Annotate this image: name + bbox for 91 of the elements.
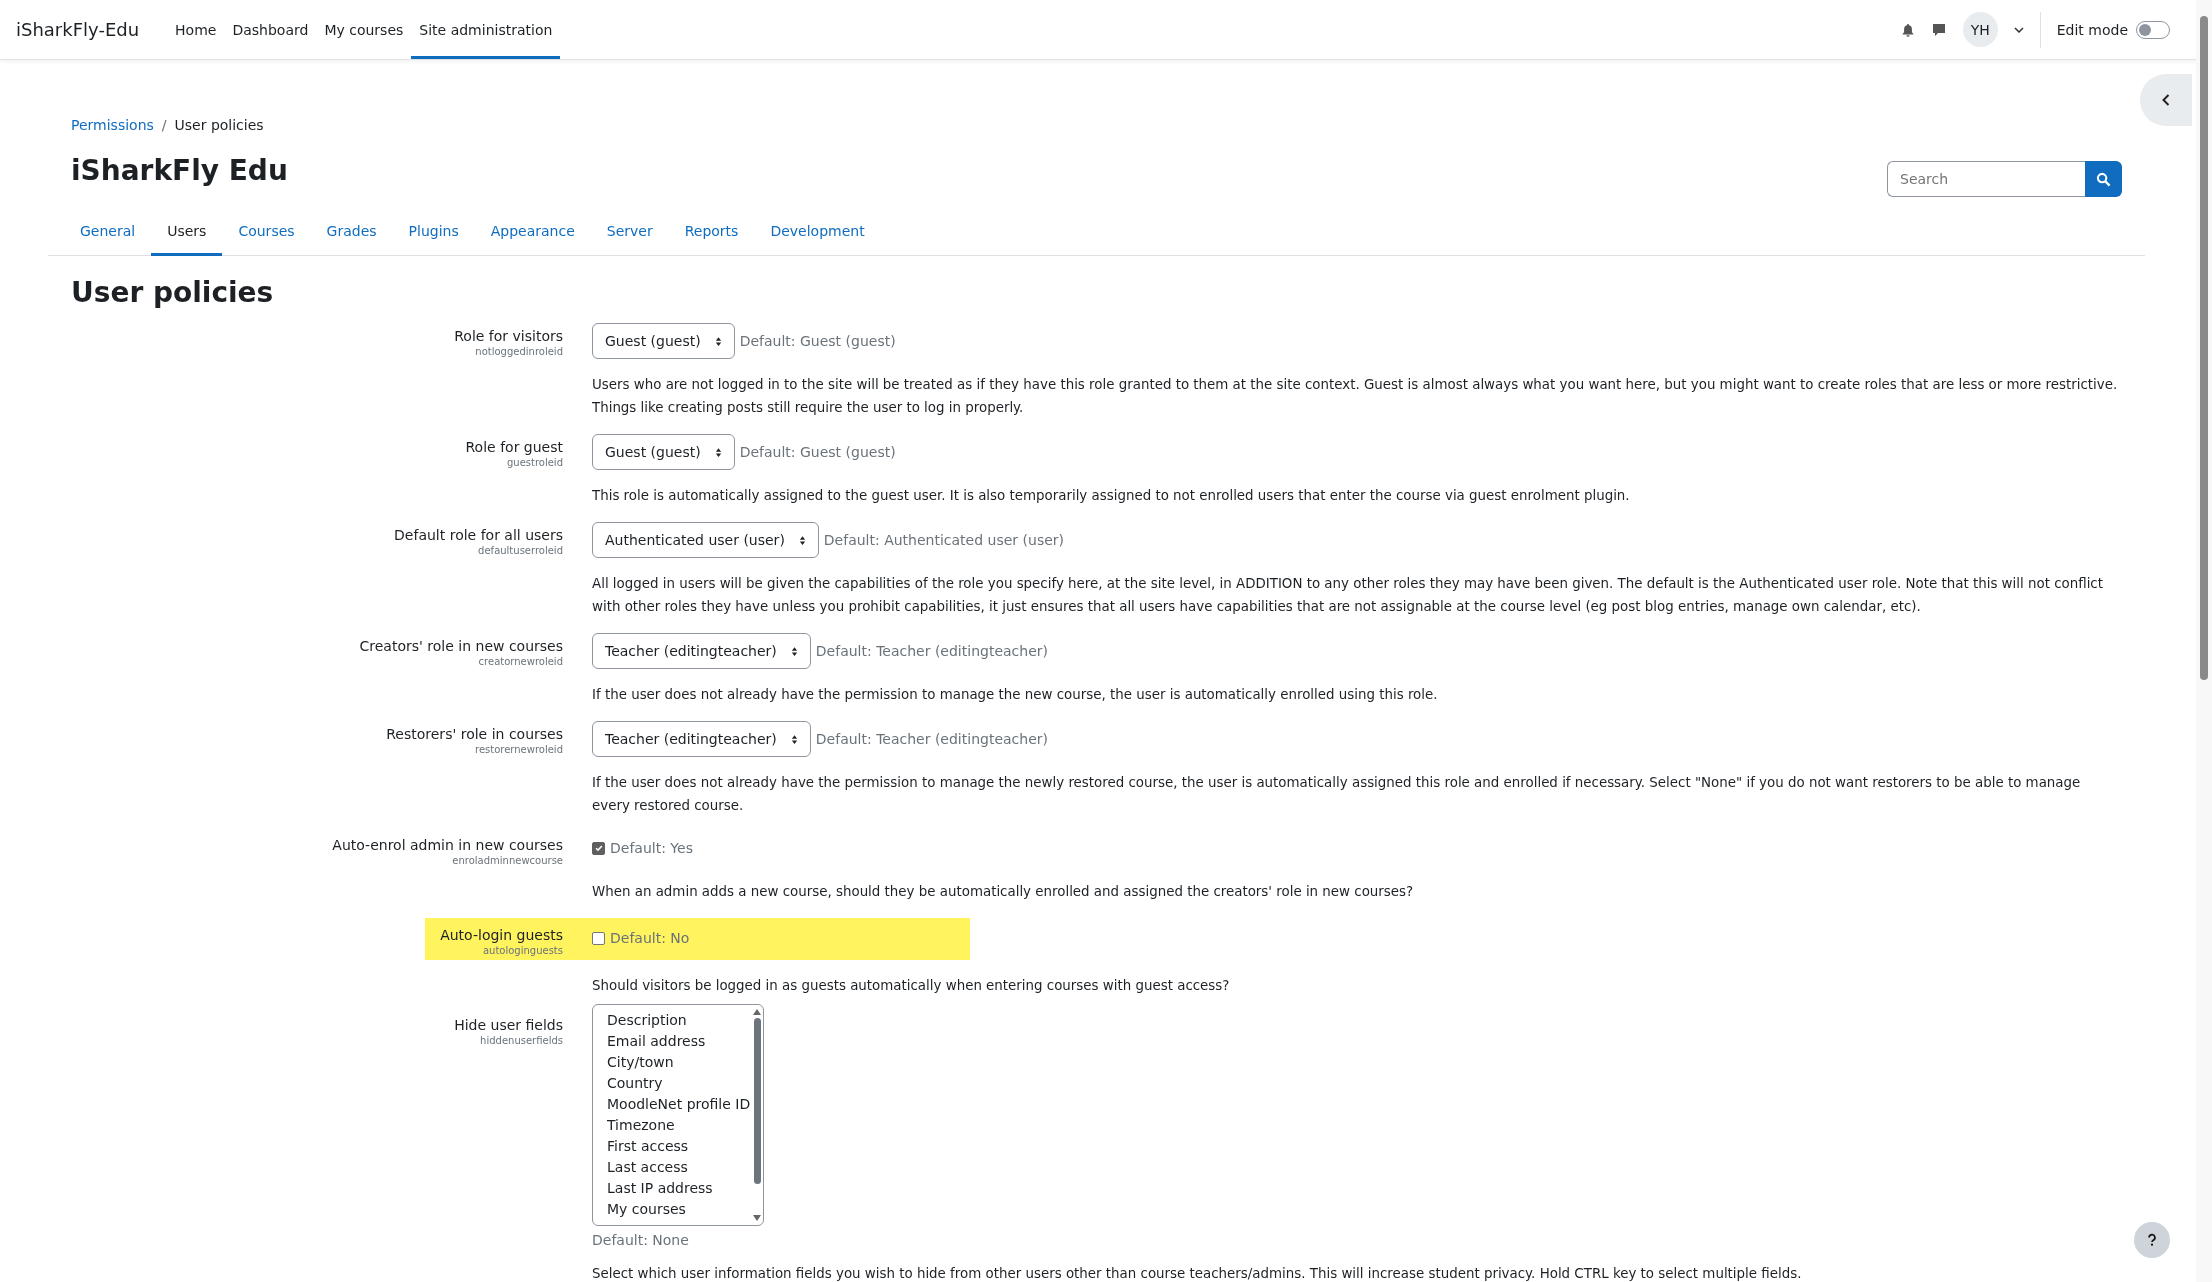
setting-shortname: hiddenuserfields <box>480 1035 563 1046</box>
chevron-down-icon[interactable] <box>2013 26 2024 33</box>
nav-link[interactable]: Site administration <box>411 3 561 59</box>
setting-description: If the user does not already have the permission to manage the newly restored course, the user is automatically assigned this role and enrolled if necessary. Select "None" if you do not want restorers to be able to manage every restored course. <box>592 774 2082 815</box>
setting-shortname: enroladminnewcourse <box>452 855 563 866</box>
bell-icon[interactable] <box>1900 22 1915 37</box>
setting-label: Hide user fields <box>454 1017 563 1033</box>
default-value: Default: Teacher (editingteacher) <box>815 731 1048 747</box>
setting-description: If the user does not already have the permission to manage the new course, the user is automatically enrolled using this role. <box>592 686 1439 704</box>
role-select[interactable]: Teacher (editingteacher) <box>592 633 811 669</box>
search-field[interactable]: Search <box>1887 161 2085 197</box>
user-fields-listbox[interactable]: Description Email address City/town Country MoodleNet profile ID Timezone First access Last access Last IP address My courses <box>592 1004 764 1226</box>
role-select[interactable]: Guest (guest) <box>592 323 735 359</box>
edit-mode-label: Edit mode <box>2056 21 2128 38</box>
up-down-arrows-icon <box>714 335 722 347</box>
list-option[interactable]: Country <box>607 1073 751 1094</box>
setting-shortname: restorernewroleid <box>475 744 563 755</box>
help-button[interactable] <box>2134 1222 2170 1258</box>
setting-shortname: notloggedinroleid <box>475 346 563 357</box>
role-select[interactable]: Guest (guest) <box>592 434 735 470</box>
breadcrumb-current: User policies <box>174 117 264 133</box>
checkbox[interactable] <box>592 841 605 855</box>
edit-mode-toggle[interactable] <box>2136 20 2170 39</box>
setting-label: Role for guest <box>465 439 563 455</box>
setting-description: Should visitors be logged in as guests automatically when entering courses with guest access? <box>592 977 1231 995</box>
default-value: Default: Guest (guest) <box>739 333 896 349</box>
setting-shortname: autologinguests <box>482 945 563 956</box>
scroll-down-arrow-icon[interactable] <box>753 1215 761 1221</box>
default-value: Default: None <box>592 1232 690 1248</box>
checkbox[interactable] <box>592 931 605 945</box>
setting-description: Select which user information fields you wish to hide from other users other than course teachers/admins. This will increase student privacy. Hold CTRL key to select multiple fields. <box>592 1265 1803 1282</box>
default-value: Default: Guest (guest) <box>739 444 896 460</box>
list-option[interactable]: Timezone <box>607 1115 751 1136</box>
breadcrumb-link[interactable]: Permissions <box>71 117 154 133</box>
tab[interactable]: General <box>64 216 152 256</box>
user-avatar[interactable]: YH <box>1962 12 1998 47</box>
up-down-arrows-icon <box>714 446 722 458</box>
list-option[interactable]: City/town <box>607 1052 751 1073</box>
setting-label: Auto-login guests <box>440 927 563 943</box>
setting-label: Role for visitors <box>454 328 563 344</box>
list-option[interactable]: First access <box>607 1136 751 1157</box>
nav-link[interactable]: Dashboard <box>224 3 317 59</box>
setting-description: Users who are not logged in to the site will be treated as if they have this role granted to them at the site context. Guest is almost always what you want here, but you might want to create roles that are less or more restrictive. Things like creating posts still require the user to log in properly. <box>592 376 2119 417</box>
default-value: Default: No <box>610 930 690 946</box>
setting-label: Restorers' role in courses <box>386 726 563 742</box>
tab[interactable]: Reports <box>668 216 755 256</box>
list-option[interactable]: Description <box>607 1010 751 1031</box>
default-value: Default: Teacher (editingteacher) <box>815 643 1048 659</box>
chevron-left-icon <box>2162 94 2170 106</box>
list-option[interactable]: MoodleNet profile ID <box>607 1094 751 1115</box>
check-icon <box>593 843 604 853</box>
setting-shortname: defaultuserroleid <box>478 545 563 556</box>
setting-description: This role is automatically assigned to the guest user. It is also temporarily assigned to not enrolled users that enter the course via guest enrolment plugin. <box>592 487 1631 505</box>
site-brand[interactable]: iSharkFly-Edu <box>16 19 140 40</box>
page-scrollbar[interactable] <box>2196 0 2212 1282</box>
tab[interactable]: Plugins <box>392 216 475 256</box>
up-down-arrows-icon <box>790 645 798 657</box>
up-down-arrows-icon <box>798 534 806 546</box>
tab[interactable]: Users <box>151 216 223 256</box>
list-option[interactable]: Last IP address <box>607 1178 751 1199</box>
tab[interactable]: Courses <box>222 216 311 256</box>
setting-description: When an admin adds a new course, should they be automatically enrolled and assigned the creators' role in new courses? <box>592 883 1415 901</box>
role-select[interactable]: Authenticated user (user) <box>592 522 819 558</box>
chat-bubble-icon[interactable] <box>1930 21 1947 38</box>
tab[interactable]: Grades <box>310 216 393 256</box>
section-heading: User policies <box>71 276 275 309</box>
scroll-up-arrow-icon[interactable] <box>753 1009 761 1015</box>
default-value: Default: Authenticated user (user) <box>823 532 1064 548</box>
setting-shortname: guestroleid <box>506 457 563 468</box>
search-icon <box>2096 171 2111 187</box>
up-down-arrows-icon <box>790 733 798 745</box>
list-option[interactable]: Last access <box>607 1157 751 1178</box>
setting-label: Creators' role in new courses <box>359 638 563 654</box>
setting-label: Auto-enrol admin in new courses <box>332 837 563 853</box>
page-title: iSharkFly Edu <box>71 153 288 187</box>
nav-link[interactable]: My courses <box>316 3 412 59</box>
drawer-toggle-button[interactable] <box>2140 74 2192 126</box>
list-option[interactable]: My courses <box>607 1199 751 1220</box>
setting-shortname: creatornewroleid <box>478 656 563 667</box>
setting-label: Default role for all users <box>394 527 563 543</box>
tab[interactable]: Server <box>590 216 669 256</box>
role-select[interactable]: Teacher (editingteacher) <box>592 721 811 757</box>
default-value: Default: Yes <box>610 840 693 856</box>
tab[interactable]: Development <box>754 216 881 256</box>
breadcrumb-separator: / <box>161 117 167 133</box>
list-option[interactable]: Email address <box>607 1031 751 1052</box>
search-button[interactable] <box>2085 161 2122 197</box>
question-mark-icon <box>2147 1233 2157 1247</box>
setting-description: All logged in users will be given the capabilities of the role you specify here, at the site level, in ADDITION to any other roles they may have been given. The default is the Authenticated user role. Note that this will not conflict with other roles they have unless you prohibit capabilities, it just ensures that all users have capabilities that are not assignable at the course level (eg post blog entries, manage own calendar, etc). <box>592 575 2104 616</box>
nav-link[interactable]: Home <box>167 3 225 59</box>
tab[interactable]: Appearance <box>474 216 591 256</box>
